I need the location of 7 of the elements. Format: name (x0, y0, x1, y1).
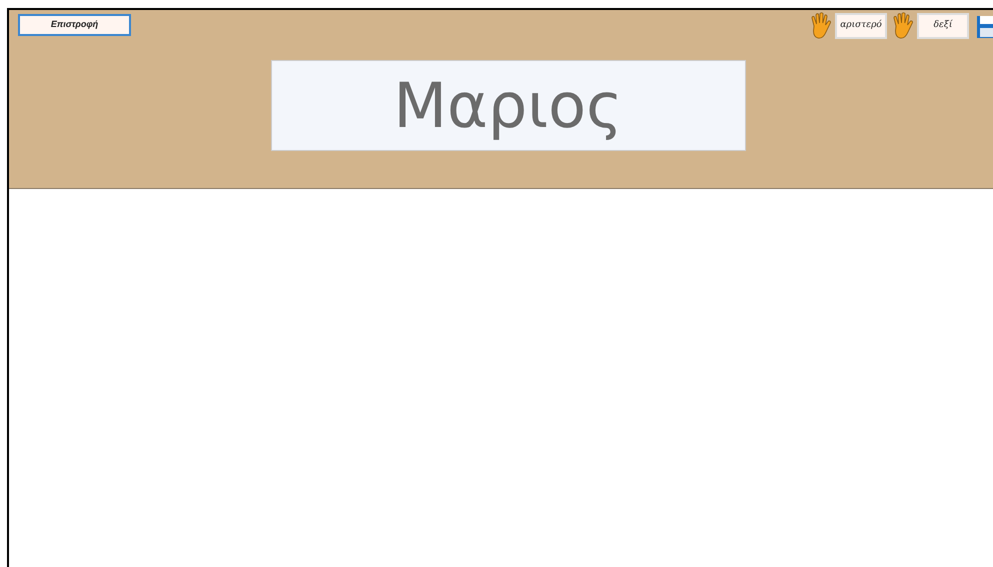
save-icon[interactable] (977, 14, 993, 38)
back-button[interactable]: Επιστροφή (18, 14, 131, 36)
hand-icon (809, 12, 833, 40)
hand-button[interactable]: δεξί (917, 13, 969, 39)
hand-icon (891, 12, 915, 40)
title-box: Μαριος (270, 60, 746, 151)
hand-button[interactable]: αριστερό (835, 13, 887, 39)
